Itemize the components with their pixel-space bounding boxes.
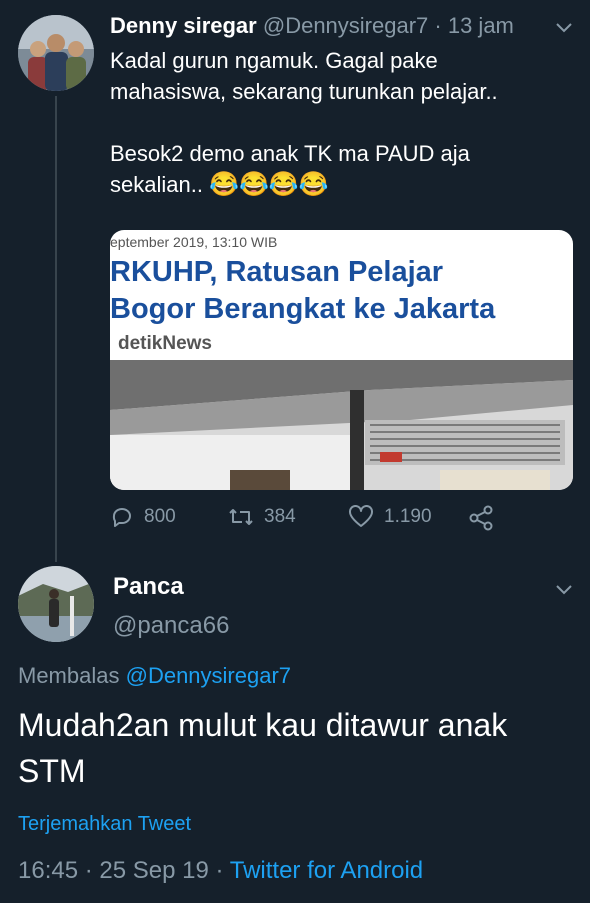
chevron-down-icon[interactable]: [555, 18, 573, 39]
tweet-source-link[interactable]: Twitter for Android: [230, 857, 423, 884]
avatar[interactable]: [18, 15, 94, 91]
card-title-line: RKUHP, Ratusan Pelajar: [110, 256, 444, 288]
separator: ·: [428, 13, 448, 38]
tweet-paragraph: Kadal gurun ngamuk. Gagal pake mahasiswa…: [110, 48, 498, 104]
card-title: RKUHP, Ratusan Pelajar Bogor Berangkat k…: [110, 254, 573, 328]
tweet-time: 16:45: [18, 857, 79, 884]
reply-prefix: Membalas: [18, 663, 120, 688]
avatar-photo: [18, 15, 94, 91]
separator: ·: [208, 857, 230, 884]
avatar-photo: [18, 566, 94, 642]
retweet-action[interactable]: 384: [228, 505, 296, 529]
heart-icon: [349, 505, 373, 527]
reply-action[interactable]: 800: [110, 505, 176, 529]
separator: ·: [78, 857, 100, 884]
like-count: 1.190: [384, 506, 432, 527]
replying-to: Membalas @Dennysiregar7: [18, 663, 291, 689]
author-handle[interactable]: @Dennysiregar7: [263, 13, 428, 38]
thread-connector-line: [55, 96, 57, 562]
reply-handle-link[interactable]: @Dennysiregar7: [126, 663, 291, 688]
translate-tweet-link[interactable]: Terjemahkan Tweet: [18, 813, 191, 836]
tweet-meta: 16:45 · 25 Sep 19 · Twitter for Android: [18, 857, 423, 885]
avatar[interactable]: [18, 566, 94, 642]
author-handle[interactable]: @panca66: [113, 612, 229, 640]
card-date: eptember 2019, 13:10 WIB: [110, 234, 278, 250]
retweet-count: 384: [264, 506, 296, 527]
tweet-date: 25 Sep 19: [99, 857, 209, 884]
author-name[interactable]: Panca: [113, 573, 184, 601]
tweet-time[interactable]: 13 jam: [448, 13, 514, 38]
chevron-down-icon[interactable]: [555, 580, 573, 601]
card-source: detikNews: [118, 333, 212, 354]
share-icon: [469, 505, 493, 531]
retweet-icon: [229, 509, 253, 525]
tweet-text: Mudah2an mulut kau ditawur anak STM: [18, 707, 508, 789]
like-action[interactable]: 1.190: [348, 505, 432, 529]
emoji-laughing: 😂😂😂😂: [209, 171, 329, 198]
tweet-paragraph: Besok2 demo anak TK ma PAUD aja sekalian…: [110, 138, 550, 200]
author-name[interactable]: Denny siregar: [110, 13, 257, 38]
card-photo: [110, 360, 573, 490]
reply-icon: [112, 508, 131, 527]
reply-count: 800: [144, 506, 176, 527]
tweet-header: Denny siregar @Dennysiregar7 · 13 jam: [110, 13, 514, 39]
link-card[interactable]: eptember 2019, 13:10 WIB RKUHP, Ratusan …: [110, 230, 573, 490]
share-action[interactable]: [468, 505, 494, 531]
tweet-actions: 800 384 1.190: [110, 505, 550, 535]
tweet-text: Kadal gurun ngamuk. Gagal pake mahasiswa…: [110, 45, 550, 200]
card-title-line: Bogor Berangkat ke Jakarta: [110, 293, 496, 325]
